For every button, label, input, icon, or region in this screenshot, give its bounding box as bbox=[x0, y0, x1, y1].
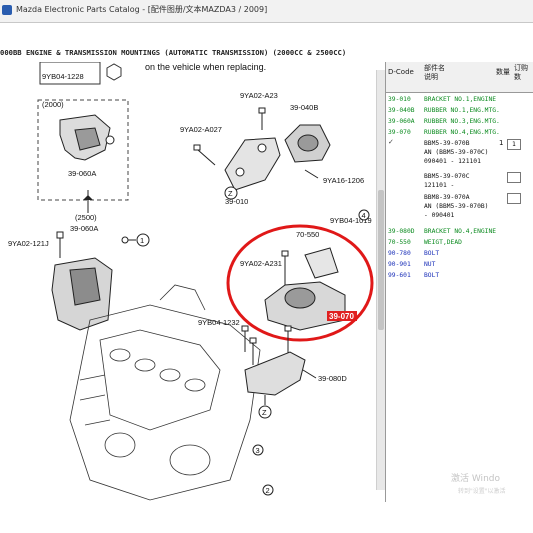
sub-item-2-part: BBM5-39-070C bbox=[424, 173, 470, 180]
table-row[interactable]: 39-080D BRACKET NO.4,ENGINE bbox=[386, 226, 533, 237]
scrollbar-thumb[interactable] bbox=[378, 190, 384, 330]
diagram-scrollbar[interactable] bbox=[376, 70, 385, 490]
row-code: 39-010 bbox=[388, 96, 411, 103]
row-name: BRACKET NO.4,ENGINE bbox=[424, 228, 497, 235]
table-row[interactable]: 70-550 WEIGT,DEAD bbox=[386, 237, 533, 248]
checkbox-checked[interactable]: ✓ bbox=[388, 138, 394, 146]
row-name: RUBBER NO.3,ENG.MTG. bbox=[424, 118, 500, 125]
row-code: 39-080D bbox=[388, 228, 415, 235]
table-row[interactable]: 90-780 BOLT bbox=[386, 248, 533, 259]
row-name: BOLT bbox=[424, 272, 440, 279]
sub-item-1-alt: AN (BBM5-39-070C) bbox=[424, 149, 489, 156]
row-name: RUBBER NO.4,ENG.MTG. bbox=[424, 129, 500, 136]
row-code: 39-040B bbox=[388, 107, 415, 114]
app-icon bbox=[2, 5, 12, 15]
table-row[interactable]: 90-901 NUT bbox=[386, 259, 533, 270]
circle-ref-z2-label: Z bbox=[262, 408, 267, 417]
header-order: 订购 bbox=[514, 64, 528, 72]
label-39-060a-top: 39-060A bbox=[68, 169, 96, 178]
label-9ya02-a231: 9YA02-A231 bbox=[240, 259, 282, 268]
header-order-num: 数 bbox=[514, 73, 521, 81]
row-name: BRACKET NO.1,ENGINE bbox=[424, 96, 497, 103]
page-title: 000BB ENGINE & TRANSMISSION MOUNTINGS (A… bbox=[0, 48, 347, 57]
sub-item-1-range: 090401 - 121101 bbox=[424, 158, 481, 165]
header-desc: 说明 bbox=[424, 73, 438, 81]
window-title: Mazda Electronic Parts Catalog - [配件图册/文… bbox=[16, 5, 268, 14]
row-code: 39-060A bbox=[388, 118, 415, 125]
header-qty: 数量 bbox=[496, 68, 510, 76]
label-9yb04-1232: 9YB04-1232 bbox=[198, 318, 240, 327]
label-9ya02-a027: 9YA02-A027 bbox=[180, 125, 222, 134]
row-name: RUBBER NO.1,ENG.MTG. bbox=[424, 107, 500, 114]
sub-item-1-part: BBM5-39-070B bbox=[424, 140, 470, 147]
header-name: 部件名 bbox=[424, 64, 445, 72]
label-2500: (2500) bbox=[75, 213, 97, 222]
window-titlebar: Mazda Electronic Parts Catalog - [配件图册/文… bbox=[0, 0, 533, 23]
bottom-margin bbox=[0, 502, 533, 533]
nut-icon bbox=[106, 63, 122, 81]
label-39-010: 39-010 bbox=[225, 197, 248, 206]
sub-item-3-range: - 090401 bbox=[424, 212, 455, 219]
order-qty-input[interactable] bbox=[507, 172, 521, 183]
circle-ref-1-label: 1 bbox=[140, 236, 144, 245]
circle-ref-2-label: 2 bbox=[266, 486, 270, 495]
sub-item-3-alt: AN (BBM5-39-070B) bbox=[424, 203, 489, 210]
bolt-hole bbox=[105, 135, 115, 145]
bracket-no1-part bbox=[224, 137, 281, 191]
table-row[interactable]: 39-040B RUBBER NO.1,ENG.MTG. bbox=[386, 105, 533, 116]
row-code: 90-780 bbox=[388, 250, 411, 257]
activation-watermark: 激活 Windo bbox=[451, 474, 500, 484]
sub-item-1-qty: 1 bbox=[499, 139, 504, 147]
table-row[interactable]: 39-070 RUBBER NO.4,ENG.MTG. bbox=[386, 127, 533, 138]
label-39-040b: 39-040B bbox=[290, 103, 318, 112]
label-9ya16-1206: 9YA16-1206 bbox=[323, 176, 364, 185]
table-header: D-Code 部件名 说明 数量 订购 数 bbox=[386, 62, 533, 93]
label-2000: (2000) bbox=[42, 100, 64, 109]
circle-ref-4-label: 4 bbox=[362, 211, 366, 220]
table-row[interactable]: 39-010 BRACKET NO.1,ENGINE bbox=[386, 94, 533, 105]
label-39-060a-bottom: 39-060A bbox=[70, 224, 98, 233]
parts-list: D-Code 部件名 说明 数量 订购 数 39-010 BRACKET NO.… bbox=[385, 62, 533, 502]
label-70-550: 70-550 bbox=[296, 230, 319, 239]
row-code: 39-070 bbox=[388, 129, 411, 136]
circle-ref-3-label: 3 bbox=[256, 446, 260, 455]
sub-item-3-part: BBM8-39-070A bbox=[424, 194, 470, 201]
label-9yb04-1228: 9YB04-1228 bbox=[42, 72, 84, 81]
diagram-note: on the vehicle when replacing. bbox=[145, 62, 266, 72]
row-name: NUT bbox=[424, 261, 436, 268]
deadweight-part bbox=[304, 247, 339, 279]
row-name: BOLT bbox=[424, 250, 440, 257]
label-39-070[interactable]: 39-070 bbox=[329, 312, 354, 321]
label-39-080d: 39-080D bbox=[318, 374, 347, 383]
header-dcode: D-Code bbox=[388, 68, 414, 76]
row-code: 99-601 bbox=[388, 272, 411, 279]
row-name: WEIGT,DEAD bbox=[424, 239, 462, 246]
order-qty-input[interactable] bbox=[507, 193, 521, 204]
row-code: 70-550 bbox=[388, 239, 411, 246]
bracket-no4-part bbox=[244, 351, 306, 396]
label-9ya02-121j: 9YA02-121J bbox=[8, 239, 49, 248]
table-row[interactable]: 39-060A RUBBER NO.3,ENG.MTG. bbox=[386, 116, 533, 127]
order-qty-input[interactable]: 1 bbox=[507, 139, 521, 150]
label-9ya02-a23: 9YA02-A23 bbox=[240, 91, 278, 100]
sub-item-2-range: 121101 - bbox=[424, 182, 455, 189]
table-row[interactable]: 99-601 BOLT bbox=[386, 270, 533, 281]
row-code: 90-901 bbox=[388, 261, 411, 268]
parts-diagram: on the vehicle when replacing. 9YB04-122… bbox=[0, 61, 385, 502]
activation-watermark-sub: 转到"设置"以激活 bbox=[458, 488, 506, 495]
